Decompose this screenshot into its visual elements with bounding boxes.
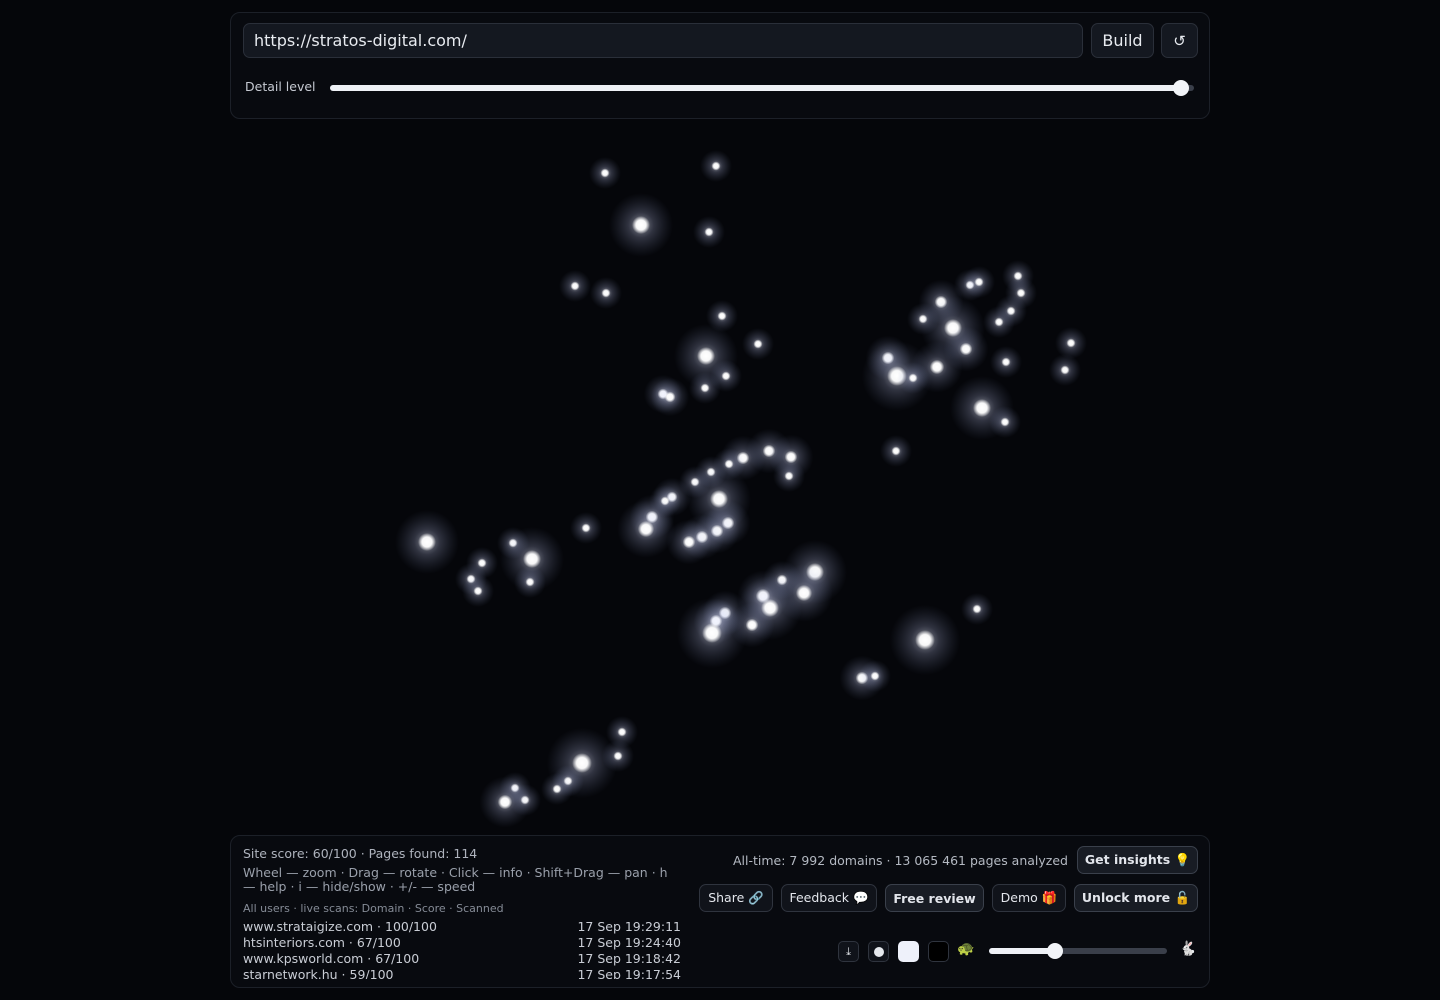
top-control-panel: Build ↺ Detail level: [230, 12, 1210, 119]
dark-theme-button[interactable]: [928, 941, 949, 962]
url-input[interactable]: [243, 23, 1083, 58]
help-text: Wheel — zoom · Drag — rotate · Click — i…: [243, 865, 668, 894]
free-review-button[interactable]: Free review: [885, 884, 984, 912]
speed-slider[interactable]: [989, 943, 1167, 959]
graph-node[interactable]: [1000, 417, 1010, 427]
graph-node[interactable]: [418, 533, 436, 551]
scan-time: 17 Sep 19:17:54: [577, 967, 681, 979]
get-insights-button[interactable]: Get insights 💡: [1077, 846, 1198, 874]
graph-node[interactable]: [1060, 365, 1070, 375]
scan-row[interactable]: www.strataigize.com · 100/100 17 Sep 19:…: [243, 919, 681, 935]
light-theme-button[interactable]: [898, 941, 919, 962]
speed-slider-thumb[interactable]: [1046, 943, 1063, 959]
graph-node[interactable]: [753, 339, 763, 349]
graph-node[interactable]: [570, 281, 580, 291]
detail-slider-thumb[interactable]: [1173, 80, 1190, 96]
detail-level-label: Detail level: [245, 79, 316, 94]
graph-node[interactable]: [745, 618, 759, 632]
graph-node[interactable]: [525, 577, 535, 587]
live-scans-list: www.strataigize.com · 100/100 17 Sep 19:…: [243, 919, 681, 979]
download-button[interactable]: ⤓: [838, 941, 859, 962]
detail-level-slider[interactable]: [330, 80, 1194, 96]
graph-node[interactable]: [1066, 338, 1076, 348]
rabbit-icon: 🐇: [1179, 941, 1197, 957]
reset-button[interactable]: ↺: [1161, 23, 1198, 58]
graph-node[interactable]: [697, 347, 715, 365]
unlock-more-button[interactable]: Unlock more 🔓: [1074, 884, 1198, 912]
graph-node[interactable]: [891, 446, 901, 456]
graph-node[interactable]: [664, 391, 676, 403]
graph-node[interactable]: [552, 784, 562, 794]
graph-node[interactable]: [870, 671, 880, 681]
scan-domain: starnetwork.hu · 59/100: [243, 967, 394, 979]
graph-node[interactable]: [915, 630, 935, 650]
scan-row[interactable]: htsinteriors.com · 67/100 17 Sep 19:24:4…: [243, 935, 681, 951]
scan-time: 17 Sep 19:29:11: [577, 919, 681, 934]
graph-node[interactable]: [711, 161, 721, 171]
live-scans-header: All users · live scans: Domain · Score ·…: [243, 902, 504, 915]
graph-node[interactable]: [581, 523, 591, 533]
scan-domain: www.kpsworld.com · 67/100: [243, 951, 420, 966]
graph-node[interactable]: [601, 288, 611, 298]
site-graph-canvas[interactable]: [0, 125, 1440, 830]
graph-node[interactable]: [700, 383, 710, 393]
scan-time: 17 Sep 19:18:42: [577, 951, 681, 966]
graph-node[interactable]: [908, 373, 918, 383]
graph-node[interactable]: [1001, 357, 1011, 367]
bottom-info-panel: Site score: 60/100 · Pages found: 114 Wh…: [230, 835, 1210, 988]
graph-node[interactable]: [721, 371, 731, 381]
graph-node[interactable]: [473, 586, 483, 596]
graph-node[interactable]: [717, 311, 727, 321]
feedback-button[interactable]: Feedback 💬: [781, 884, 877, 912]
graph-node[interactable]: [784, 471, 794, 481]
graph-node[interactable]: [959, 342, 973, 356]
site-stats: Site score: 60/100 · Pages found: 114: [243, 846, 478, 861]
demo-button[interactable]: Demo 🎁: [992, 884, 1066, 912]
speed-slider-fill: [989, 948, 1055, 954]
dot-icon: [873, 946, 884, 957]
turtle-icon: 🐢: [957, 941, 975, 957]
graph-node[interactable]: [704, 227, 714, 237]
graph-node[interactable]: [523, 550, 541, 568]
detail-slider-fill: [330, 85, 1182, 91]
build-button[interactable]: Build: [1091, 23, 1154, 58]
graph-node[interactable]: [682, 535, 696, 549]
scan-domain: www.strataigize.com · 100/100: [243, 919, 437, 934]
graph-node[interactable]: [994, 317, 1004, 327]
scan-row[interactable]: www.kpsworld.com · 67/100 17 Sep 19:18:4…: [243, 951, 681, 967]
graph-node[interactable]: [497, 794, 513, 810]
download-icon: ⤓: [846, 944, 851, 958]
graph-node[interactable]: [613, 751, 623, 761]
graph-node[interactable]: [974, 277, 984, 287]
graph-node[interactable]: [702, 623, 722, 643]
graph-node[interactable]: [617, 727, 627, 737]
graph-nodes[interactable]: [395, 150, 1087, 828]
scan-time: 17 Sep 19:24:40: [577, 935, 681, 950]
graph-node[interactable]: [972, 604, 982, 614]
graph-node[interactable]: [637, 520, 655, 538]
scan-domain: htsinteriors.com · 67/100: [243, 935, 401, 950]
graph-node[interactable]: [600, 168, 610, 178]
all-time-stats: All-time: 7 992 domains · 13 065 461 pag…: [733, 853, 1068, 868]
refresh-icon: ↺: [1173, 31, 1186, 50]
share-button[interactable]: Share 🔗: [699, 884, 773, 912]
graph-node[interactable]: [632, 216, 650, 234]
graph-node[interactable]: [1016, 288, 1026, 298]
dot-mode-button[interactable]: [868, 941, 889, 962]
scan-row[interactable]: starnetwork.hu · 59/100 17 Sep 19:17:54: [243, 967, 681, 979]
graph-node[interactable]: [973, 399, 991, 417]
